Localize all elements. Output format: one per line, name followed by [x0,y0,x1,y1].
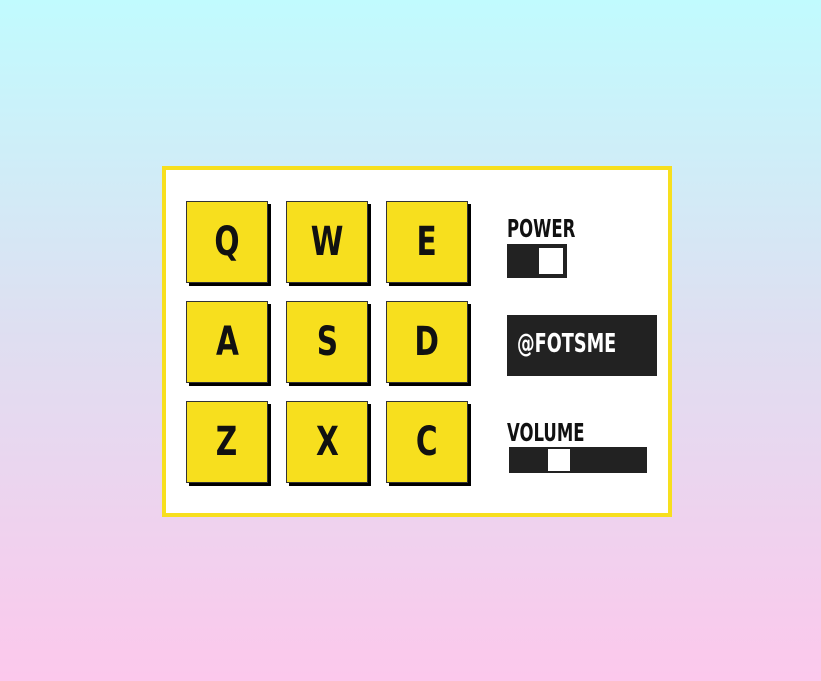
drum-pad-label: D [414,319,440,365]
drum-pad-w[interactable]: W [286,201,368,283]
drum-pad-q[interactable]: Q [186,201,268,283]
drum-pad-label: S [316,319,338,365]
power-toggle-knob[interactable] [539,248,563,274]
volume-slider-thumb[interactable] [548,449,570,471]
drum-pad-label: W [310,219,344,265]
volume-slider[interactable] [509,447,647,473]
drum-pad-c[interactable]: C [386,401,468,483]
drum-pad-e[interactable]: E [386,201,468,283]
power-label: POWER [507,214,576,243]
drum-pad-label: C [416,419,438,465]
drum-pad-x[interactable]: X [286,401,368,483]
drum-machine: Q W E A S D Z X C POWER @FOTSME VOLUME [162,166,672,517]
drum-pad-label: Q [214,219,240,265]
power-toggle[interactable] [507,244,567,278]
drum-pad-label: Z [216,419,238,465]
drum-pad-a[interactable]: A [186,301,268,383]
drum-pad-label: A [215,319,239,365]
drum-pad-label: E [416,219,438,265]
drum-pad-d[interactable]: D [386,301,468,383]
volume-label: VOLUME [507,418,585,447]
drum-pad-s[interactable]: S [286,301,368,383]
drum-pad-z[interactable]: Z [186,401,268,483]
drum-pad-grid: Q W E A S D Z X C [186,201,476,491]
display-text: @FOTSME [517,329,617,359]
drum-pad-label: X [315,419,339,465]
display-panel: @FOTSME [507,315,657,376]
